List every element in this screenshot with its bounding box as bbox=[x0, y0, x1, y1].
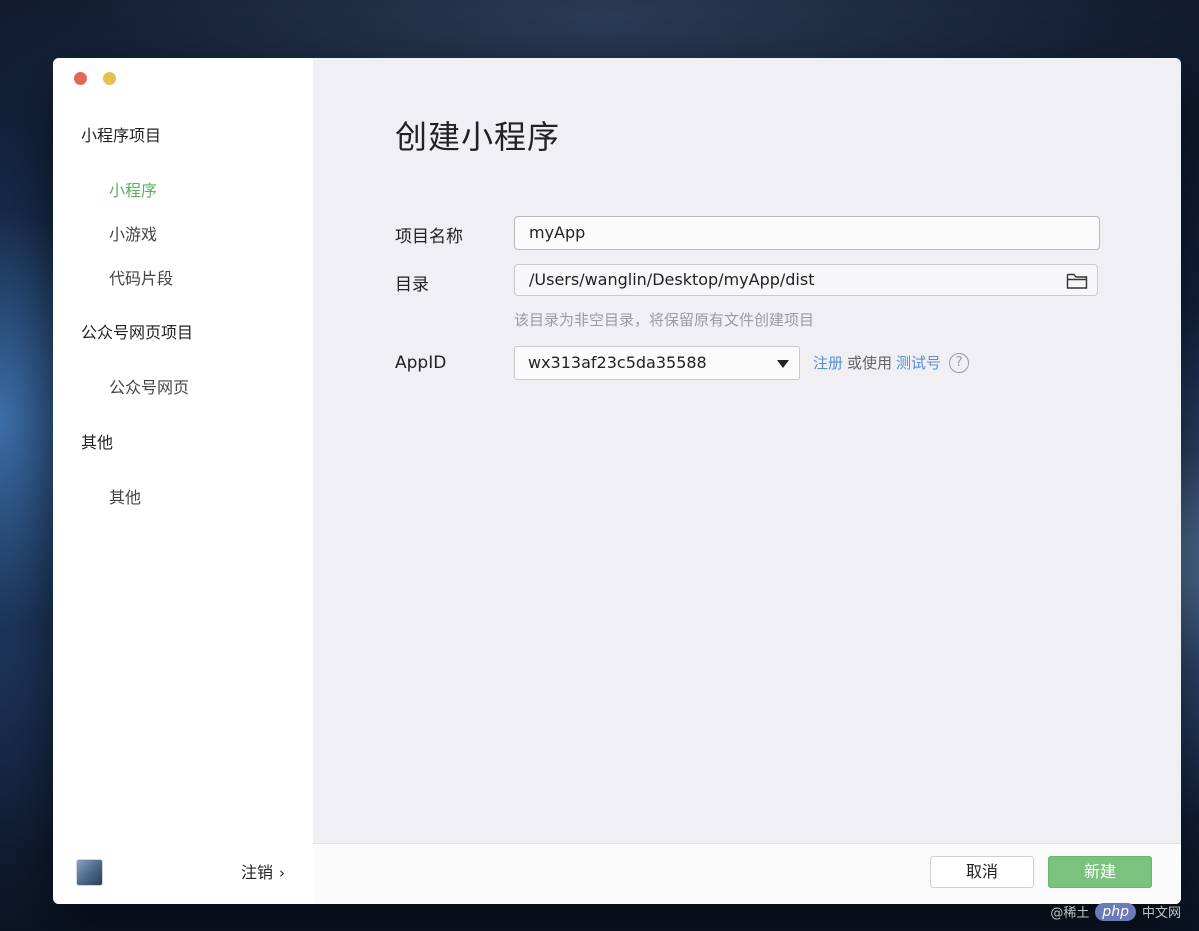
logout-label: 注销 bbox=[241, 863, 274, 882]
dropdown-caret-icon bbox=[777, 360, 789, 368]
sidebar-group-other: 其他 bbox=[81, 433, 114, 452]
appid-links: 注册 或使用 测试号 ? bbox=[813, 352, 970, 373]
sidebar: 小程序项目 小程序 小游戏 代码片段 公众号网页项目 公众号网页 其他 其他 注… bbox=[53, 58, 313, 904]
directory-input[interactable]: /Users/wanglin/Desktop/myApp/dist bbox=[514, 264, 1098, 296]
sidebar-item-official-webpage[interactable]: 公众号网页 bbox=[109, 374, 189, 398]
sidebar-group-miniprogram: 小程序项目 bbox=[81, 126, 162, 145]
sidebar-item-code-snippet[interactable]: 代码片段 bbox=[109, 265, 173, 289]
cancel-button[interactable]: 取消 bbox=[930, 856, 1034, 888]
sidebar-item-other[interactable]: 其他 bbox=[109, 484, 141, 508]
folder-icon[interactable] bbox=[1066, 272, 1088, 290]
minimize-window-icon[interactable] bbox=[103, 72, 116, 85]
project-name-label: 项目名称 bbox=[395, 227, 463, 247]
main-panel: 创建小程序 项目名称 myApp 目录 /Users/wanglin/Deskt… bbox=[313, 58, 1181, 904]
close-window-icon[interactable] bbox=[74, 72, 87, 85]
register-link[interactable]: 注册 bbox=[813, 352, 843, 373]
page-title: 创建小程序 bbox=[395, 118, 561, 156]
watermark-right-text: 中文网 bbox=[1141, 906, 1181, 921]
logout-button[interactable]: 注销 › bbox=[241, 859, 285, 883]
chevron-right-icon: › bbox=[279, 864, 286, 882]
sidebar-group-official-account: 公众号网页项目 bbox=[81, 323, 194, 342]
appid-select[interactable]: wx313af23c5da35588 bbox=[514, 346, 800, 380]
footer-bar: 取消 新建 bbox=[313, 843, 1181, 904]
watermark: @稀土 php 中文网 bbox=[1050, 902, 1181, 921]
sidebar-item-miniprogram[interactable]: 小程序 bbox=[109, 177, 157, 201]
app-window: 小程序项目 小程序 小游戏 代码片段 公众号网页项目 公众号网页 其他 其他 注… bbox=[53, 58, 1181, 904]
appid-label: AppID bbox=[395, 353, 447, 373]
sidebar-item-minigame[interactable]: 小游戏 bbox=[109, 221, 157, 245]
avatar[interactable] bbox=[76, 859, 103, 886]
appid-value: wx313af23c5da35588 bbox=[528, 353, 707, 372]
or-use-text: 或使用 bbox=[847, 354, 893, 372]
directory-hint: 该目录为非空目录，将保留原有文件创建项目 bbox=[514, 311, 815, 329]
create-button[interactable]: 新建 bbox=[1048, 856, 1152, 888]
window-controls bbox=[74, 72, 116, 85]
project-name-input[interactable]: myApp bbox=[514, 216, 1100, 250]
watermark-left-text: @稀土 bbox=[1050, 906, 1090, 921]
directory-value: /Users/wanglin/Desktop/myApp/dist bbox=[529, 270, 815, 289]
directory-label: 目录 bbox=[395, 275, 429, 295]
sidebar-footer: 注销 › bbox=[53, 842, 313, 904]
help-icon[interactable]: ? bbox=[949, 352, 970, 373]
test-account-link[interactable]: 测试号 bbox=[896, 352, 941, 373]
php-logo: php bbox=[1095, 902, 1136, 921]
